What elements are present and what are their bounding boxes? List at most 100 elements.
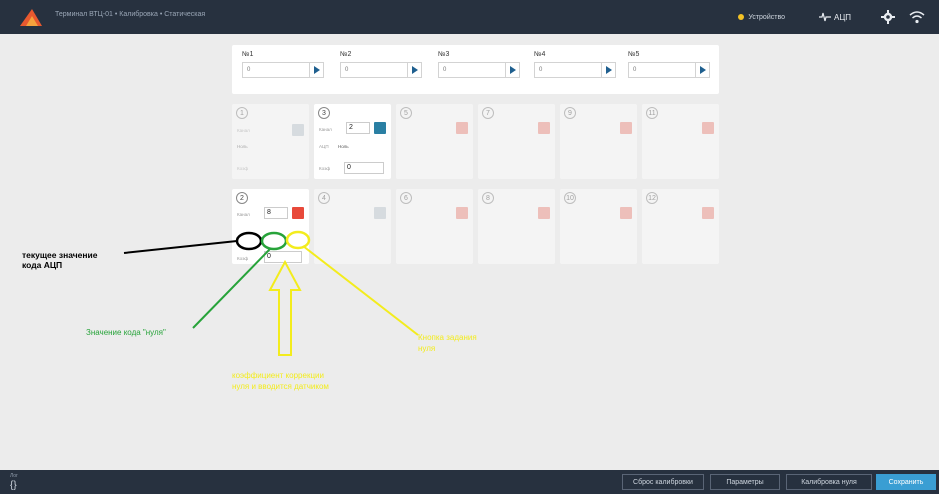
adc-pointer-line (123, 240, 238, 254)
channel-label: Канал (319, 127, 332, 132)
sensor-4: №4 0 (534, 51, 616, 78)
sensor-1: №1 0 (242, 51, 324, 78)
card-number: 12 (646, 192, 658, 204)
channel-card-11: 11 (642, 104, 719, 179)
app-logo (20, 9, 42, 26)
card-number: 1 (236, 107, 248, 119)
zero-button[interactable] (456, 122, 468, 134)
annotation-zero-button-line1: Кнопка задания (418, 333, 477, 342)
coef-arrow-icon (268, 259, 302, 356)
coef-value[interactable]: 0 (344, 162, 384, 174)
play-icon[interactable] (505, 63, 519, 77)
card-number: 4 (318, 192, 330, 204)
zero-button[interactable] (374, 207, 386, 219)
wifi-icon[interactable] (909, 10, 925, 24)
card-label: Канал (237, 128, 250, 133)
annotation-coef: коэффициент коррекции нуля и вводится да… (232, 370, 329, 392)
device-status[interactable]: Устройство (738, 14, 785, 21)
coef-value[interactable]: 0 (264, 251, 302, 263)
channel-card-7: 7 (478, 104, 555, 179)
play-icon[interactable] (407, 63, 421, 77)
channel-card-3: 3 Канал 2 АЦП Ноль Коэф 0 (314, 104, 391, 179)
breadcrumb: Терминал ВТЦ-01 • Калибровка • Статическ… (55, 11, 206, 18)
zero-button[interactable] (702, 122, 714, 134)
sensor-panel: №1 0 №2 0 №3 0 №4 0 №5 0 (232, 45, 719, 94)
sensor-label: №2 (340, 51, 352, 58)
adc-label: АЦП (833, 12, 851, 22)
zero-button[interactable] (702, 207, 714, 219)
channel-card-10: 10 (560, 189, 637, 264)
channel-card-8: 8 (478, 189, 555, 264)
sensor-input[interactable]: 0 (535, 63, 601, 77)
card-header (254, 192, 302, 196)
sensor-input[interactable]: 0 (341, 63, 407, 77)
sensor-5: №5 0 (628, 51, 710, 78)
annotation-zero-button-line2: нуля (418, 344, 436, 353)
coef-label: Коэф (237, 256, 249, 261)
sensor-input[interactable]: 0 (243, 63, 309, 77)
annotation-adc-line1: текущее значение (22, 250, 98, 260)
card-number: 9 (564, 107, 576, 119)
channel-card-4: 4 (314, 189, 391, 264)
channel-card-6: 6 (396, 189, 473, 264)
parameters-button[interactable]: Параметры (710, 474, 780, 490)
zero-button[interactable] (538, 207, 550, 219)
sensor-label: №3 (438, 51, 450, 58)
card-number: 11 (646, 107, 658, 119)
play-icon[interactable] (695, 63, 709, 77)
card-number: 8 (482, 192, 494, 204)
card-header (336, 107, 384, 111)
sensor-input[interactable]: 0 (439, 63, 505, 77)
zero-label: Ноль (338, 144, 349, 149)
card-number: 2 (236, 192, 248, 204)
card-number: 3 (318, 107, 330, 119)
gear-icon[interactable] (881, 10, 895, 24)
sensor-label: №5 (628, 51, 640, 58)
annotation-zero-code: Значение кода "нуля" (86, 328, 166, 337)
zero-button[interactable] (538, 122, 550, 134)
log-toggle-icon[interactable]: {} (10, 480, 17, 491)
zero-button[interactable] (374, 122, 386, 134)
adc-button[interactable]: АЦП (818, 12, 851, 22)
bottom-bar: Лог {} Сброс калибровки Параметры Калибр… (0, 470, 939, 494)
save-button[interactable]: Сохранить (876, 474, 936, 490)
zero-calibration-button[interactable]: Калибровка нуля (786, 474, 872, 490)
channel-card-1: 1 Канал Ноль Коэф (232, 104, 309, 179)
coef-label: Коэф (319, 166, 331, 171)
channel-value[interactable]: 2 (346, 122, 370, 134)
top-bar: Терминал ВТЦ-01 • Калибровка • Статическ… (0, 0, 939, 34)
annotation-coef-line1: коэффициент коррекции (232, 371, 324, 380)
card-number: 5 (400, 107, 412, 119)
channel-card-5: 5 (396, 104, 473, 179)
annotation-coef-line2: нуля и вводится датчиком (232, 382, 329, 391)
play-icon[interactable] (309, 63, 323, 77)
channel-value[interactable]: 8 (264, 207, 288, 219)
pulse-icon (818, 12, 831, 22)
log-label: Лог (10, 473, 18, 479)
card-number: 10 (564, 192, 576, 204)
zero-button[interactable] (456, 207, 468, 219)
zero-label: Ноль (237, 144, 248, 149)
sensor-input[interactable]: 0 (629, 63, 695, 77)
card-number: 7 (482, 107, 494, 119)
annotation-adc-line2: кода АЦП (22, 260, 63, 270)
reset-calibration-button[interactable]: Сброс калибровки (622, 474, 704, 490)
device-label: Устройство (748, 13, 785, 21)
sensor-label: №4 (534, 51, 546, 58)
play-icon[interactable] (601, 63, 615, 77)
channel-card-12: 12 (642, 189, 719, 264)
zero-button[interactable] (620, 207, 632, 219)
zero-button[interactable] (292, 207, 304, 219)
channel-card-2: 2 Канал 8 Коэф 0 (232, 189, 309, 264)
zero-button[interactable] (620, 122, 632, 134)
sensor-label: №1 (242, 51, 254, 58)
status-dot-icon (738, 14, 745, 20)
sensor-2: №2 0 (340, 51, 422, 78)
channel-label: Канал (237, 212, 250, 217)
card-number: 6 (400, 192, 412, 204)
adc-label: АЦП (319, 144, 329, 149)
annotation-adc: текущее значение кода АЦП (22, 250, 97, 270)
channel-card-9: 9 (560, 104, 637, 179)
zero-button[interactable] (292, 124, 304, 136)
annotation-zero-button: Кнопка задания нуля (418, 332, 477, 354)
